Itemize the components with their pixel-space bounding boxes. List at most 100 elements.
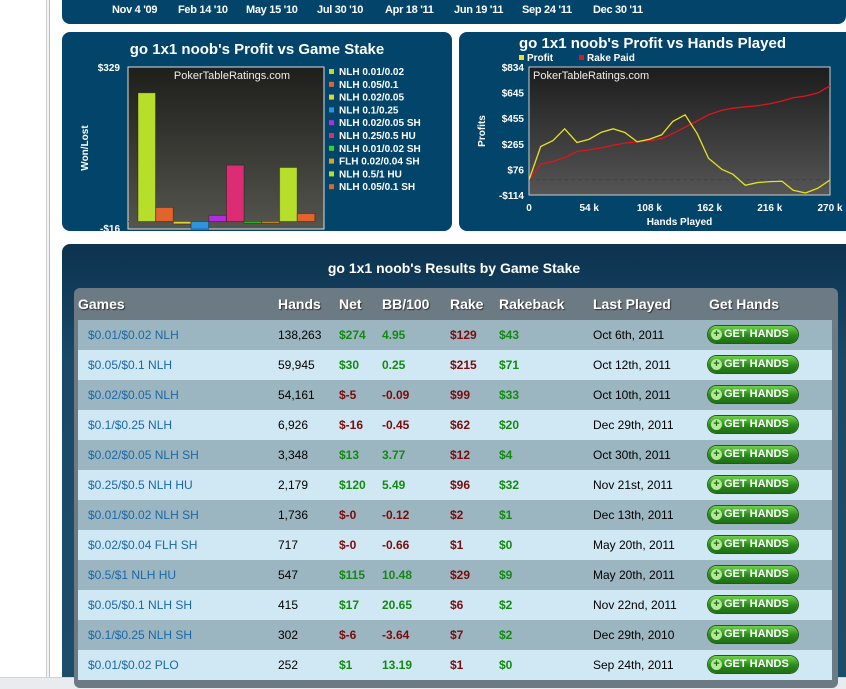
cell-last: Oct 10th, 2011 — [593, 388, 671, 402]
get-hands-button[interactable]: + GET HANDS — [708, 566, 798, 583]
timeline-date: Jul 30 '10 — [317, 4, 364, 16]
legend-swatch — [329, 81, 334, 87]
y-tick-label: $645 — [502, 89, 525, 100]
legend-label: FLH 0.02/0.04 SH — [339, 157, 420, 168]
get-hands-button[interactable]: + GET HANDS — [708, 386, 798, 403]
bar — [226, 164, 245, 222]
cell-rake: $1 — [450, 658, 464, 672]
cell-last: May 20th, 2011 — [593, 538, 675, 552]
get-hands-button[interactable]: + GET HANDS — [708, 506, 798, 523]
y-tick-label: $834 — [502, 63, 525, 74]
game-link[interactable]: $0.05/$0.1 NLH — [88, 358, 172, 372]
plus-icon: + — [711, 479, 722, 490]
legend-label: NLH 0.01/0.02 — [339, 67, 404, 78]
cell-rb: $4 — [499, 448, 513, 462]
game-link[interactable]: $0.1/$0.25 NLH — [88, 418, 172, 432]
legend-label: NLH 0.05/0.1 — [339, 80, 399, 91]
cell-bb: -3.64 — [382, 628, 410, 642]
y-tick-label: $265 — [502, 140, 525, 151]
game-link[interactable]: $0.02/$0.05 NLH SH — [88, 448, 199, 462]
cell-bb: 4.95 — [382, 328, 406, 342]
cell-rb: $2 — [499, 598, 513, 612]
timeline-date: May 15 '10 — [246, 4, 298, 16]
get-hands-button[interactable]: + GET HANDS — [708, 446, 798, 463]
column-header: Get Hands — [709, 296, 780, 312]
get-hands-button[interactable]: + GET HANDS — [708, 326, 798, 343]
x-tick-label: 270 k — [817, 203, 842, 214]
cell-last: Dec 13th, 2011 — [593, 508, 674, 522]
table-row: $0.5/$1 NLH HU 547 $115 10.48 $29 $9 May 20th,… — [78, 560, 832, 590]
y-axis-label: Profits — [477, 115, 488, 147]
bar — [208, 214, 227, 222]
cell-last: Dec 29th, 2010 — [593, 628, 675, 642]
cell-last: Nov 22nd, 2011 — [593, 598, 677, 612]
cell-rb: $33 — [499, 388, 520, 402]
column-header: Net — [339, 296, 362, 312]
get-hands-button[interactable]: + GET HANDS — [708, 476, 798, 493]
button-label: GET HANDS — [724, 478, 789, 490]
cell-last: Sep 24th, 2011 — [593, 658, 674, 672]
y-axis-label: Won/Lost — [80, 125, 91, 171]
timeline-date: Nov 4 '09 — [112, 4, 158, 16]
cell-bb: 3.77 — [382, 448, 406, 462]
hands-chart-panel: go 1x1 noob's Profit vs Hands Played Pok… — [459, 32, 846, 231]
get-hands-button[interactable]: + GET HANDS — [708, 416, 798, 433]
game-link[interactable]: $0.02/$0.05 NLH — [88, 388, 179, 402]
get-hands-button[interactable]: + GET HANDS — [708, 356, 798, 373]
button-label: GET HANDS — [724, 628, 789, 640]
cell-hands: 138,263 — [278, 328, 322, 342]
get-hands-button[interactable]: + GET HANDS — [708, 536, 798, 553]
game-link[interactable]: $0.01/$0.02 PLO — [88, 658, 179, 672]
legend-label: NLH 0.25/0.5 HU — [339, 131, 416, 142]
get-hands-button[interactable]: + GET HANDS — [708, 656, 798, 673]
cell-rb: $0 — [499, 538, 513, 552]
game-link[interactable]: $0.05/$0.1 NLH SH — [88, 598, 192, 612]
game-link[interactable]: $0.02/$0.04 FLH SH — [88, 538, 197, 552]
timeline-strip: Nov 4 '09 Feb 14 '10 May 15 '10 Jul 30 '10 A… — [62, 0, 846, 24]
game-link[interactable]: $0.25/$0.5 NLH HU — [88, 478, 193, 492]
cell-net: $274 — [339, 328, 366, 342]
get-hands-button[interactable]: + GET HANDS — [708, 626, 798, 643]
bar — [137, 92, 156, 222]
cell-rb: $32 — [499, 478, 520, 492]
table-row: $0.01/$0.02 NLH SH 1,736 $-0 -0.12 $2 $1 Dec 1… — [78, 500, 832, 530]
x-tick-label: 108 k — [637, 203, 662, 214]
legend-label: NLH 0.05/0.1 SH — [339, 182, 415, 193]
column-header: Games — [78, 296, 125, 312]
bar — [279, 166, 298, 222]
button-label: GET HANDS — [724, 388, 789, 400]
plus-icon: + — [711, 329, 722, 340]
plus-icon: + — [711, 359, 722, 370]
cell-net: $115 — [339, 568, 366, 582]
cell-net: $17 — [339, 598, 360, 612]
plus-icon: + — [711, 389, 722, 400]
game-link[interactable]: $0.01/$0.02 NLH — [88, 328, 179, 342]
legend-swatch — [329, 158, 334, 164]
cell-rake: $29 — [450, 568, 471, 582]
game-link[interactable]: $0.1/$0.25 NLH SH — [88, 628, 192, 642]
x-tick-label: 0 — [526, 203, 532, 214]
table-row: $0.01/$0.02 PLO 252 $1 13.19 $1 $0 Sep 24th, 2… — [78, 650, 832, 680]
timeline-date: Apr 18 '11 — [385, 4, 434, 16]
table-row: $0.01/$0.02 NLH 138,263 $274 4.95 $129 $43 Oct… — [78, 320, 832, 350]
cell-bb: 0.25 — [382, 358, 406, 372]
get-hands-button[interactable]: + GET HANDS — [708, 596, 798, 613]
cell-hands: 54,161 — [278, 388, 315, 402]
game-link[interactable]: $0.5/$1 NLH HU — [88, 568, 176, 582]
y-tick-label: -$114 — [499, 191, 524, 202]
cell-bb: 20.65 — [382, 598, 413, 612]
game-link[interactable]: $0.01/$0.02 NLH SH — [88, 508, 199, 522]
column-header: Hands — [278, 296, 321, 312]
button-label: GET HANDS — [724, 538, 789, 550]
cell-bb: -0.66 — [382, 538, 410, 552]
bar — [296, 213, 316, 222]
cell-rb: $71 — [499, 358, 520, 372]
results-section: go 1x1 noob's Results by Game Stake Game… — [62, 244, 846, 688]
table-row: $0.1/$0.25 NLH 6,926 $-16 -0.45 $62 $20 Dec 29… — [78, 410, 832, 440]
hands-line-chart: PokerTableRatings.com Profit Rake Paid $834… — [477, 53, 843, 228]
cell-hands: 547 — [278, 568, 299, 582]
cell-bb: 10.48 — [382, 568, 413, 582]
table-row: $0.05/$0.1 NLH 59,945 $30 0.25 $215 $71 Oct 12… — [78, 350, 832, 380]
cell-net: $-5 — [339, 388, 357, 402]
legend-label: NLH 0.02/0.05 SH — [339, 118, 421, 129]
